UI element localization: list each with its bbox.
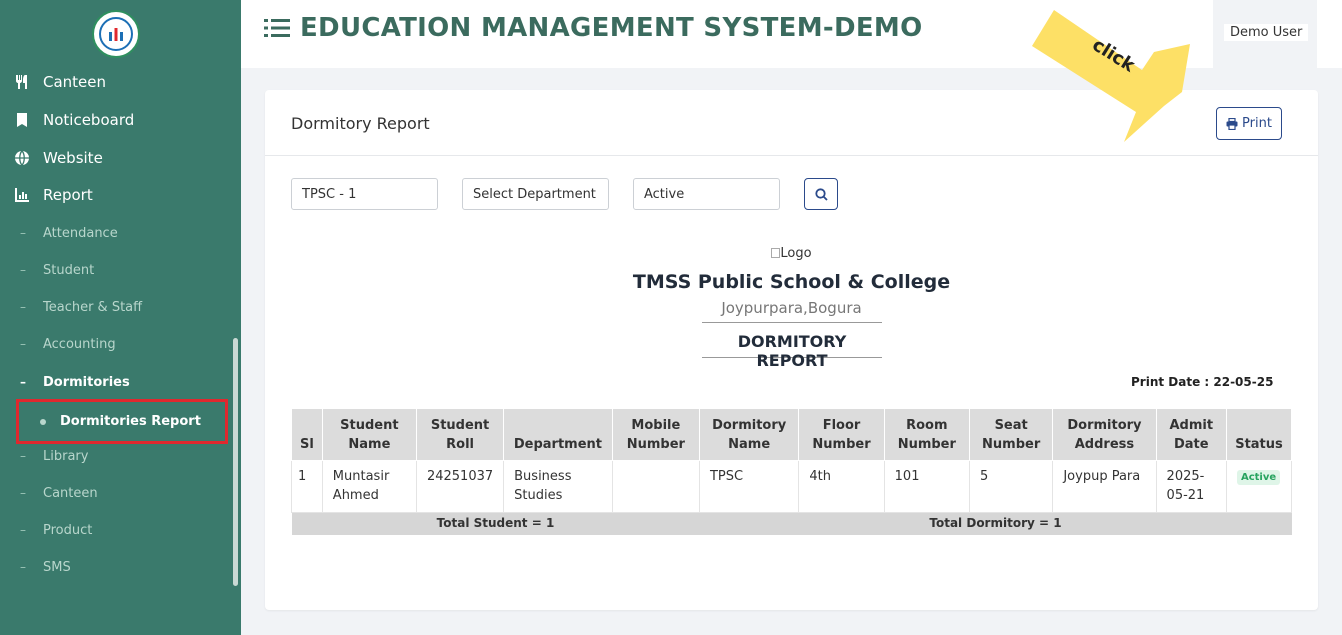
sidebar-subitem-library[interactable]: – Library [0,441,230,471]
print-button[interactable]: Print [1216,107,1282,140]
sidebar-subitem-canteen[interactable]: – Canteen [0,478,230,508]
cell-seat: 5 [968,460,1054,513]
col-header: Room Number [883,408,970,461]
sidebar-subitem-dormitories-report[interactable]: Dormitories Report [16,399,228,444]
cell-floor: 4th [798,460,885,513]
utensils-icon [14,74,30,90]
chart-icon [14,187,30,203]
sidebar-item-label: Report [43,186,93,204]
logo-emblem-icon [99,17,133,51]
search-button[interactable] [804,178,838,210]
table-row: 1 Muntasir Ahmed 24251037 Business Studi… [291,460,1293,513]
cell-student-roll: 24251037 [415,460,505,513]
col-header: Dormitory Address [1052,408,1157,461]
app-title: EDUCATION MANAGEMENT SYSTEM-DEMO [300,13,923,43]
menu-list-icon[interactable] [264,18,290,38]
sidebar-subitem-teacher-staff[interactable]: – Teacher & Staff [0,292,230,322]
sidebar-item-report[interactable]: Report [0,177,241,213]
globe-icon [14,150,30,166]
report-title: DORMITORY REPORT [702,322,882,370]
sidebar-subitem-accounting[interactable]: – Accounting [0,329,230,359]
department-select[interactable]: Select Department [462,178,609,210]
print-date: Print Date : 22-05-25 [1131,375,1274,389]
col-header: Department [503,408,613,461]
table-header-row: Sl Student Name Student Roll Department … [291,408,1293,461]
dormitory-table: Sl Student Name Student Roll Department … [291,408,1293,535]
report-card: Dormitory Report Print TPSC - 1 Select D… [265,90,1318,610]
total-dormitory: Total Dormitory = 1 [699,512,1292,535]
sidebar-item-website[interactable]: Website [0,140,241,176]
col-header: Status [1225,408,1293,461]
cell-mobile [611,460,700,513]
search-icon [814,187,828,201]
col-header: Student Roll [415,408,505,461]
sidebar-subitem-sms[interactable]: – SMS [0,552,230,582]
click-arrow-annotation: click [1032,10,1190,142]
col-header: Floor Number [798,408,885,461]
user-menu[interactable]: Demo User [1224,24,1309,41]
col-header: Mobile Number [611,408,700,461]
bullet-icon [40,418,46,425]
card-title: Dormitory Report [291,114,430,133]
col-header: Student Name [321,408,417,461]
cell-department: Business Studies [503,460,613,513]
status-select[interactable]: Active [633,178,780,210]
bookmark-icon [14,112,30,128]
sidebar-subitem-attendance[interactable]: – Attendance [0,218,230,248]
sidebar-item-canteen[interactable]: Canteen [0,64,241,100]
col-header: Dormitory Name [698,408,800,461]
status-badge: Active [1236,470,1281,485]
sidebar: Canteen Noticeboard Website Report – Atte… [0,0,241,635]
sidebar-item-noticeboard[interactable]: Noticeboard [0,102,241,138]
table-total-row: Total Student = 1 Total Dormitory = 1 [291,512,1292,535]
sidebar-scrollbar[interactable] [233,338,238,586]
sidebar-item-label: Website [43,149,103,167]
total-student: Total Student = 1 [291,512,700,535]
sidebar-subitem-student[interactable]: – Student [0,255,230,285]
school-logo[interactable] [92,10,140,58]
cell-admit-date: 2025-05-21 [1155,460,1227,513]
printer-icon [1226,117,1238,130]
col-header: Sl [291,408,323,461]
cell-student-name: Muntasir Ahmed [321,460,417,513]
cell-sl: 1 [291,460,323,513]
report-logo: Logo [265,246,1318,261]
school-name: TMSS Public School & College [632,271,951,293]
cell-status: Active [1225,460,1293,513]
sidebar-subitem-product[interactable]: – Product [0,515,230,545]
col-header: Seat Number [968,408,1054,461]
class-select[interactable]: TPSC - 1 [291,178,438,210]
cell-dormitory-name: TPSC [698,460,800,513]
col-header: Admit Date [1155,408,1227,461]
cell-address: Joypup Para [1052,460,1157,513]
school-address: Joypurpara,Bogura [721,299,862,317]
cell-room: 101 [883,460,970,513]
sidebar-item-label: Canteen [43,73,107,91]
sidebar-item-label: Noticeboard [43,111,135,129]
sidebar-subitem-dormitories[interactable]: – Dormitories [0,367,230,397]
